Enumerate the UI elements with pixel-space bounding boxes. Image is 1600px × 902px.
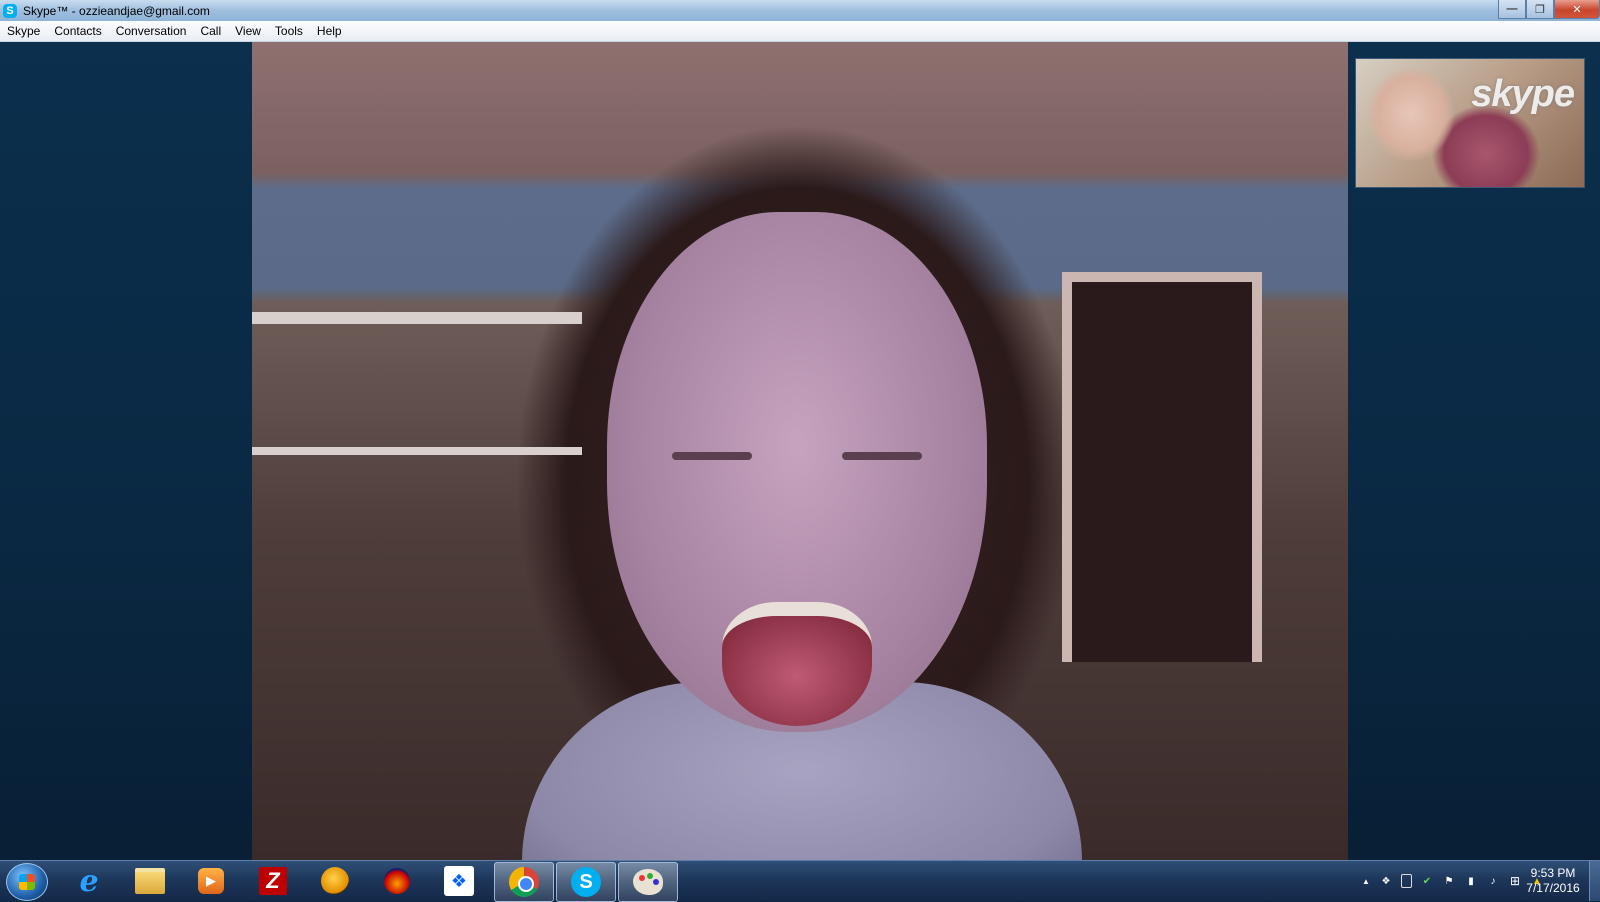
media-player-icon: ▶ [198,868,224,894]
security-icon[interactable]: ✔ [1420,874,1434,888]
paint-palette-icon [633,869,663,895]
taskbar-paint[interactable] [618,862,678,902]
start-button[interactable] [6,863,48,901]
background-shelf-lower [252,447,582,455]
dropbox-tray-icon[interactable]: ❖ [1379,874,1393,888]
chrome-icon [509,867,539,897]
taskbar-media-player[interactable]: ▶ [182,862,240,900]
title-bar: S Skype™ - ozzieandjae@gmail.com — ❐ ✕ [0,0,1600,21]
close-button[interactable]: ✕ [1554,0,1600,19]
taskbar-filezilla[interactable]: Z [244,862,302,900]
menu-help[interactable]: Help [310,24,349,38]
filezilla-icon: Z [259,867,287,895]
menu-call[interactable]: Call [193,24,228,38]
self-video-preview[interactable]: skype [1355,58,1585,188]
skype-icon: S [571,867,601,897]
fl-studio-icon [321,867,349,895]
network-signal-icon[interactable]: ▮ [1464,874,1478,888]
skype-watermark-logo: skype [1471,73,1575,115]
volume-icon[interactable]: ♪ [1486,874,1500,888]
menu-contacts[interactable]: Contacts [47,24,108,38]
internet-explorer-icon: e [79,863,99,899]
clock-time: 9:53 PM [1530,866,1576,880]
menu-view[interactable]: View [228,24,268,38]
taskbar-fl-studio[interactable] [306,862,364,900]
windows-logo-icon [19,874,35,890]
menu-conversation[interactable]: Conversation [109,24,194,38]
person-mouth [722,602,872,726]
maximize-button[interactable]: ❐ [1526,0,1554,19]
person-left-eye [672,452,752,460]
remote-video-feed[interactable] [252,42,1348,860]
minimize-button[interactable]: — [1498,0,1526,19]
background-doorway [1062,272,1262,662]
battery-icon[interactable] [1401,874,1412,888]
taskbar-dropbox[interactable]: ❖ [430,862,488,900]
person-right-eye [842,452,922,460]
show-hidden-icons-button[interactable]: ▲ [1361,874,1371,888]
folder-icon [135,868,165,894]
window-title: Skype™ - ozzieandjae@gmail.com [23,3,210,18]
show-desktop-button[interactable] [1589,861,1600,901]
taskbar-clock[interactable]: 9:53 PM 7/17/2016 [1518,866,1588,896]
taskbar-chrome[interactable] [494,862,554,902]
clock-date: 7/17/2016 [1526,881,1580,895]
call-area: skype [0,42,1600,860]
menu-skype[interactable]: Skype [0,24,47,38]
menu-bar: Skype Contacts Conversation Call View To… [0,21,1600,42]
dropbox-icon: ❖ [444,866,474,896]
window-controls: — ❐ ✕ [1498,0,1600,19]
menu-tools[interactable]: Tools [268,24,310,38]
action-center-flag-icon[interactable]: ⚑ [1442,874,1456,888]
taskbar-windows-explorer[interactable] [121,862,179,900]
taskbar-skype[interactable]: S [556,862,616,902]
audacity-icon [384,868,410,894]
background-shelf [252,312,582,324]
skype-app-icon[interactable]: S [3,3,17,18]
windows-taskbar: e ▶ Z ❖ S ▲ ❖ ✔ ⚑ ▮ ♪ ⊞ ▲ 9:53 PM 7/17/2… [0,860,1600,902]
taskbar-internet-explorer[interactable]: e [60,862,118,900]
taskbar-audacity[interactable] [368,862,426,900]
